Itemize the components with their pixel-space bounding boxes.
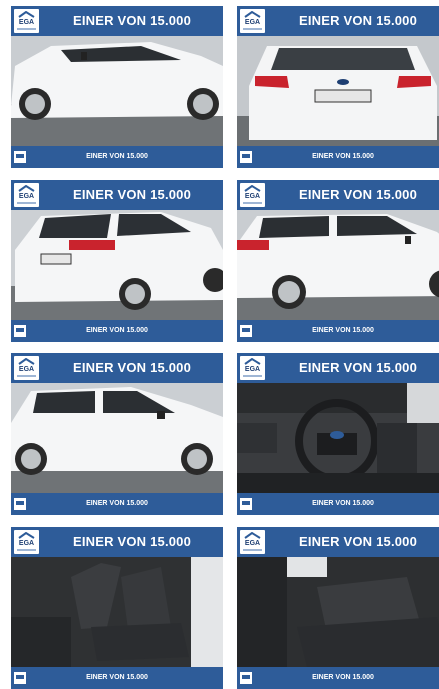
gallery-tile-2[interactable]: EGA EINER VON 15.000 EINER VON 15.000	[237, 6, 439, 168]
car-photo-side-right[interactable]	[11, 383, 223, 493]
tile-banner: EGA EINER VON 15.000	[237, 527, 439, 557]
interior-photo-dashboard[interactable]	[237, 383, 439, 493]
tile-banner: EGA EINER VON 15.000	[237, 180, 439, 210]
tile-banner: EGA EINER VON 15.000	[11, 180, 223, 210]
ega-logo-icon: EGA	[240, 183, 265, 207]
ega-logo-icon: EGA	[14, 530, 39, 554]
gallery-tile-5[interactable]: EGA EINER VON 15.000 EINER VON 15.000	[11, 353, 223, 515]
tile-footer: EINER VON 15.000	[11, 320, 223, 342]
tile-banner: EGA EINER VON 15.000	[11, 527, 223, 557]
gallery-tile-7[interactable]: EGA EINER VON 15.000 EINER VON 15.000	[11, 527, 223, 689]
gallery-tile-1[interactable]: EGA EINER VON 15.000 EINER VON 15.000	[11, 6, 223, 168]
tile-footer: EINER VON 15.000	[11, 667, 223, 689]
tile-footer: EINER VON 15.000	[237, 667, 439, 689]
interior-photo-rear-seats[interactable]	[237, 557, 439, 667]
tile-banner-title: EINER VON 15.000	[72, 13, 192, 28]
tile-banner-title: EINER VON 15.000	[72, 534, 192, 549]
tile-footer: EINER VON 15.000	[237, 493, 439, 515]
car-photo-rear[interactable]	[237, 36, 439, 146]
tile-footer-text: EINER VON 15.000	[86, 327, 148, 334]
ega-logo-icon: EGA	[240, 356, 265, 380]
ega-logo-icon: EGA	[240, 9, 265, 33]
ega-logo-icon: EGA	[14, 183, 39, 207]
car-photo-side-rear[interactable]	[237, 210, 439, 320]
tile-banner-title: EINER VON 15.000	[72, 360, 192, 375]
gallery-tile-8[interactable]: EGA EINER VON 15.000 EINER VON 15.000	[237, 527, 439, 689]
tile-banner-title: EINER VON 15.000	[298, 534, 418, 549]
gallery-tile-4[interactable]: EGA EINER VON 15.000 EINER VON 15.000	[237, 180, 439, 342]
tile-footer-text: EINER VON 15.000	[312, 327, 374, 334]
tile-footer: EINER VON 15.000	[237, 320, 439, 342]
tile-footer-text: EINER VON 15.000	[86, 153, 148, 160]
car-photo-side-front[interactable]	[11, 36, 223, 146]
tile-footer-text: EINER VON 15.000	[312, 674, 374, 681]
car-photo-rear-quarter[interactable]	[11, 210, 223, 320]
tile-banner-title: EINER VON 15.000	[298, 360, 418, 375]
tile-footer-text: EINER VON 15.000	[312, 500, 374, 507]
tile-banner-title: EINER VON 15.000	[72, 187, 192, 202]
tile-footer-text: EINER VON 15.000	[86, 500, 148, 507]
photo-gallery: EGA EINER VON 15.000 EINER VON 15.000 EG…	[0, 0, 439, 689]
tile-footer: EINER VON 15.000	[11, 146, 223, 168]
tile-banner-title: EINER VON 15.000	[298, 187, 418, 202]
tile-banner: EGA EINER VON 15.000	[11, 6, 223, 36]
tile-footer: EINER VON 15.000	[11, 493, 223, 515]
ega-logo-icon: EGA	[14, 356, 39, 380]
ega-logo-icon: EGA	[14, 9, 39, 33]
tile-footer: EINER VON 15.000	[237, 146, 439, 168]
ega-logo-icon: EGA	[240, 530, 265, 554]
tile-footer-text: EINER VON 15.000	[312, 153, 374, 160]
tile-banner: EGA EINER VON 15.000	[237, 353, 439, 383]
tile-banner: EGA EINER VON 15.000	[237, 6, 439, 36]
tile-banner: EGA EINER VON 15.000	[11, 353, 223, 383]
tile-footer-text: EINER VON 15.000	[86, 674, 148, 681]
interior-photo-front-seats[interactable]	[11, 557, 223, 667]
tile-banner-title: EINER VON 15.000	[298, 13, 418, 28]
gallery-tile-6[interactable]: EGA EINER VON 15.000 EINER VON 15.000	[237, 353, 439, 515]
gallery-tile-3[interactable]: EGA EINER VON 15.000 EINER VON 15.000	[11, 180, 223, 342]
